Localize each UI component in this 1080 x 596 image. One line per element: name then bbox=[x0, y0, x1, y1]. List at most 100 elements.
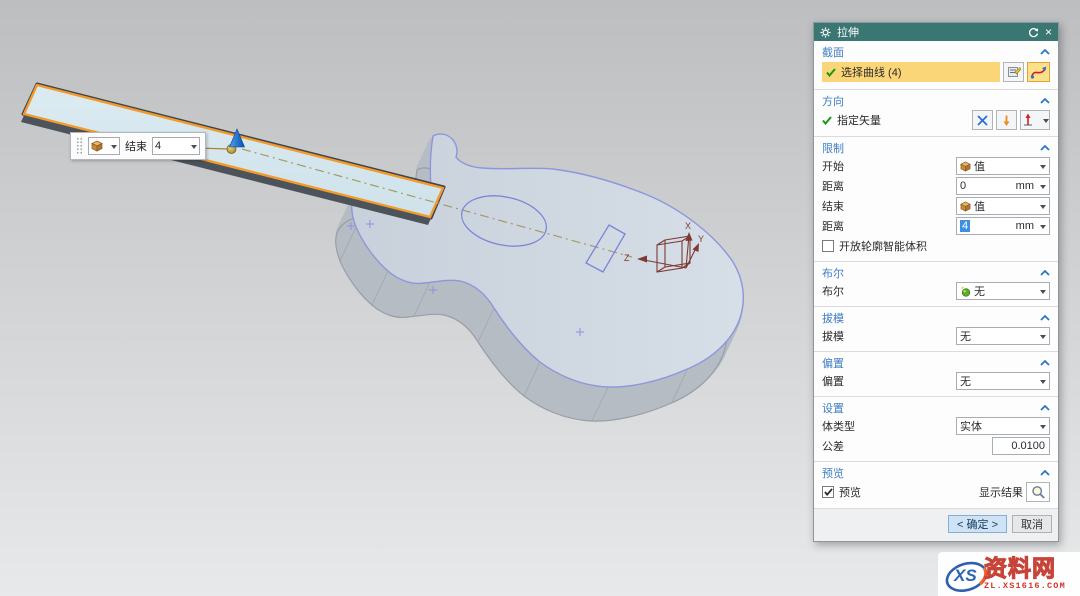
start-label: 开始 bbox=[822, 158, 956, 174]
cube-icon bbox=[960, 201, 971, 212]
end-mode-dropdown[interactable]: 值 bbox=[956, 197, 1050, 215]
y-axis-label: Y bbox=[698, 234, 704, 244]
chevron-down-icon bbox=[1040, 335, 1046, 342]
preview-header[interactable]: 预览 bbox=[822, 465, 1050, 481]
draft-value: 无 bbox=[960, 328, 1037, 344]
draft-label: 拔模 bbox=[822, 328, 956, 344]
dialog-title: 拉伸 bbox=[837, 24, 859, 40]
open-profile-checkbox[interactable] bbox=[822, 240, 834, 252]
close-icon[interactable]: × bbox=[1045, 26, 1052, 38]
chevron-down-icon bbox=[191, 145, 197, 152]
toolbar-grip-handle[interactable] bbox=[76, 137, 83, 155]
offset-header-label: 偏置 bbox=[822, 355, 844, 371]
end-distance-unit: mm bbox=[1016, 220, 1035, 232]
gear-icon bbox=[820, 27, 831, 38]
boolean-header[interactable]: 布尔 bbox=[822, 265, 1050, 281]
ok-button[interactable]: < 确定 > bbox=[948, 515, 1007, 533]
draft-header[interactable]: 拔模 bbox=[822, 310, 1050, 326]
chevron-up-icon[interactable] bbox=[1040, 405, 1050, 411]
tolerance-label: 公差 bbox=[822, 438, 992, 454]
end-distance-value: 4 bbox=[155, 140, 161, 152]
group-boolean: 布尔 布尔 无 bbox=[814, 262, 1058, 307]
check-icon bbox=[824, 488, 833, 496]
reset-icon[interactable] bbox=[1028, 27, 1039, 38]
chevron-up-icon[interactable] bbox=[1040, 315, 1050, 321]
toolbar-end-label: 结束 bbox=[125, 138, 147, 154]
boolean-none-icon bbox=[960, 286, 971, 297]
show-result-button[interactable] bbox=[1026, 482, 1050, 502]
chevron-up-icon[interactable] bbox=[1040, 360, 1050, 366]
magnifier-icon bbox=[1031, 485, 1046, 500]
vector-dialog-button[interactable] bbox=[972, 110, 993, 130]
limit-mode-dropdown[interactable] bbox=[88, 137, 120, 155]
chevron-down-icon bbox=[1040, 290, 1046, 297]
group-section: 截面 选择曲线 (4) bbox=[814, 41, 1058, 90]
start-mode-value: 值 bbox=[974, 158, 1037, 174]
end-distance-combobox[interactable]: 4 bbox=[152, 137, 200, 155]
group-preview: 预览 预览 显示结果 bbox=[814, 462, 1058, 509]
check-icon bbox=[826, 68, 836, 77]
start-distance-label: 距离 bbox=[822, 178, 956, 194]
dialog-footer: < 确定 > 取消 bbox=[814, 509, 1058, 541]
offset-value: 无 bbox=[960, 373, 1037, 389]
offset-dropdown[interactable]: 无 bbox=[956, 372, 1050, 390]
chevron-down-icon bbox=[1040, 185, 1046, 192]
end-distance-value-selected: 4 bbox=[960, 220, 970, 232]
vector-method-dropdown[interactable] bbox=[1020, 110, 1050, 130]
body-type-label: 体类型 bbox=[822, 418, 956, 434]
body-type-dropdown[interactable]: 实体 bbox=[956, 417, 1050, 435]
offset-header[interactable]: 偏置 bbox=[822, 355, 1050, 371]
boolean-label: 布尔 bbox=[822, 283, 956, 299]
dialog-title-bar[interactable]: 拉伸 × bbox=[814, 23, 1058, 41]
application-window: Z X Y 结束 4 bbox=[0, 0, 1080, 596]
start-distance-unit: mm bbox=[1016, 180, 1035, 192]
group-limits: 限制 开始 值 距离 bbox=[814, 137, 1058, 262]
curve-arrow-icon bbox=[1030, 65, 1047, 80]
orange-arrow-icon bbox=[1000, 114, 1013, 127]
xs-logo-text: XS bbox=[953, 566, 977, 585]
draft-dropdown[interactable]: 无 bbox=[956, 327, 1050, 345]
cube-icon bbox=[91, 140, 103, 152]
group-draft: 拔模 拔模 无 bbox=[814, 307, 1058, 352]
settings-header-label: 设置 bbox=[822, 400, 844, 416]
select-curve-field[interactable]: 选择曲线 (4) bbox=[822, 62, 1000, 82]
end-distance-label: 距离 bbox=[822, 218, 956, 234]
vector-arrow-icon bbox=[1021, 113, 1035, 127]
watermark-site-name: 资料网 bbox=[984, 557, 1056, 580]
chevron-down-icon bbox=[1040, 205, 1046, 212]
chevron-down-icon bbox=[1040, 425, 1046, 432]
show-result-label: 显示结果 bbox=[979, 484, 1023, 500]
chevron-up-icon[interactable] bbox=[1040, 98, 1050, 104]
chevron-up-icon[interactable] bbox=[1040, 470, 1050, 476]
chevron-down-icon bbox=[111, 145, 117, 152]
cancel-button[interactable]: 取消 bbox=[1012, 515, 1052, 533]
limits-header[interactable]: 限制 bbox=[822, 140, 1050, 156]
open-profile-label: 开放轮廓智能体积 bbox=[839, 238, 1050, 254]
start-distance-input[interactable]: 0 mm bbox=[956, 177, 1050, 195]
chevron-up-icon[interactable] bbox=[1040, 270, 1050, 276]
direction-header[interactable]: 方向 bbox=[822, 93, 1050, 109]
tolerance-input[interactable]: 0.0100 bbox=[992, 437, 1050, 455]
curve-rule-button[interactable] bbox=[1027, 62, 1050, 82]
settings-header[interactable]: 设置 bbox=[822, 400, 1050, 416]
cube-icon bbox=[960, 161, 971, 172]
end-distance-input[interactable]: 4 mm bbox=[956, 217, 1050, 235]
preview-checkbox[interactable] bbox=[822, 486, 834, 498]
select-curve-label: 选择曲线 (4) bbox=[841, 64, 902, 80]
reverse-direction-button[interactable] bbox=[996, 110, 1017, 130]
offset-label: 偏置 bbox=[822, 373, 956, 389]
specify-vector-label: 指定矢量 bbox=[837, 112, 969, 128]
specify-origin-curve-button[interactable] bbox=[1003, 62, 1024, 82]
watermark: XS 资料网 ZL.XS1616.COM bbox=[938, 552, 1080, 596]
chevron-up-icon[interactable] bbox=[1040, 49, 1050, 55]
section-header[interactable]: 截面 bbox=[822, 44, 1050, 60]
draft-header-label: 拔模 bbox=[822, 310, 844, 326]
extrude-mini-toolbar[interactable]: 结束 4 bbox=[70, 132, 206, 160]
group-offset: 偏置 偏置 无 bbox=[814, 352, 1058, 397]
boolean-dropdown[interactable]: 无 bbox=[956, 282, 1050, 300]
tolerance-value: 0.0100 bbox=[1011, 440, 1045, 452]
direction-header-label: 方向 bbox=[822, 93, 844, 109]
start-mode-dropdown[interactable]: 值 bbox=[956, 157, 1050, 175]
end-mode-value: 值 bbox=[974, 198, 1037, 214]
chevron-up-icon[interactable] bbox=[1040, 145, 1050, 151]
